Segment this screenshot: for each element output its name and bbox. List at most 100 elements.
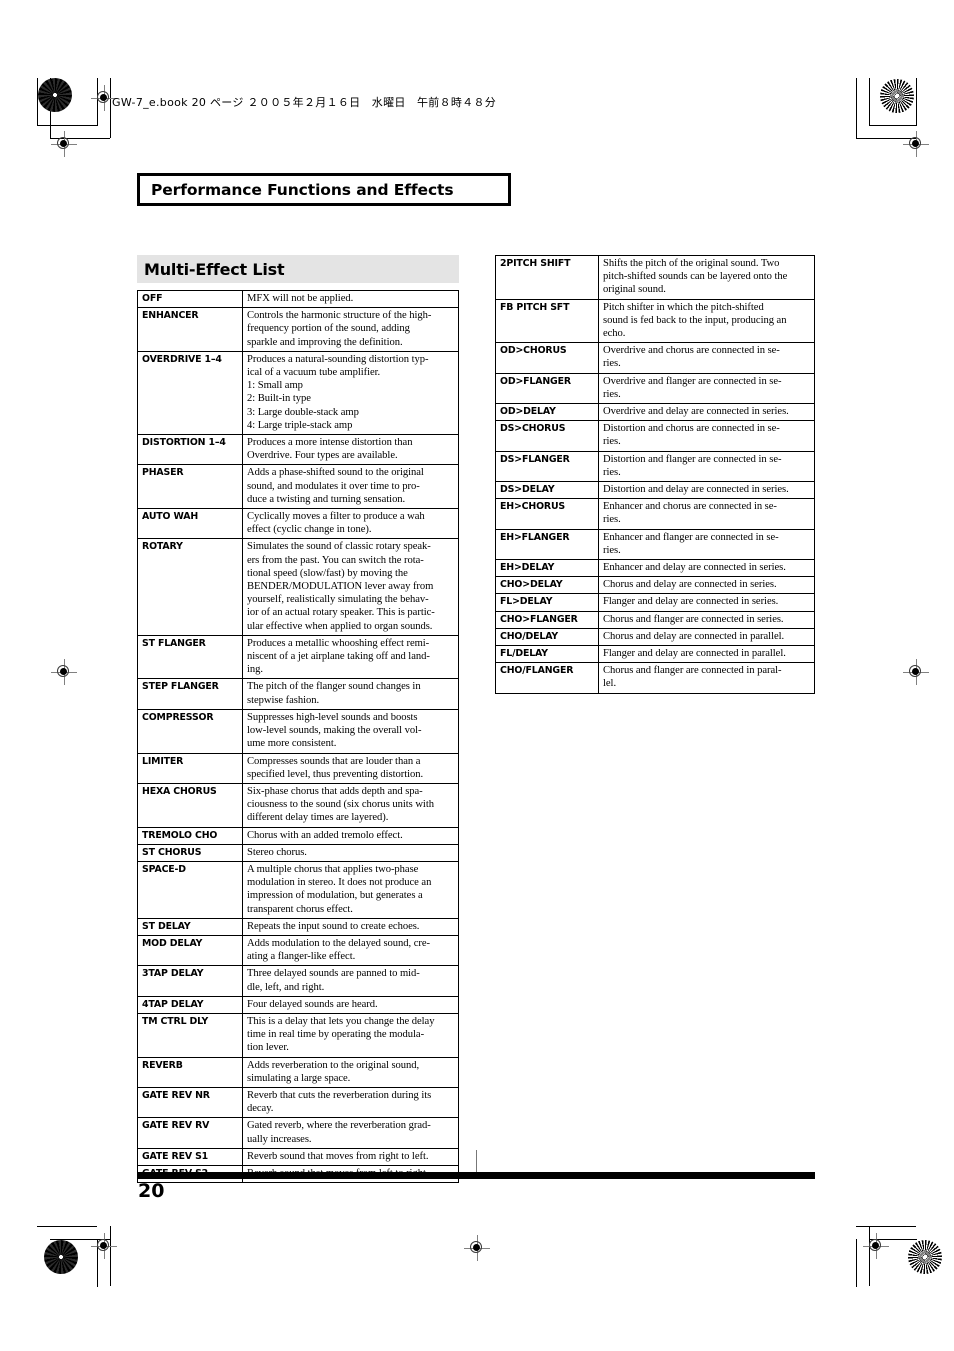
effect-name-cell: OVERDRIVE 1–4	[137, 350, 243, 436]
registration-crosshair	[863, 1233, 889, 1259]
description-line: ior of an actual rotary speaker. This is…	[247, 607, 435, 619]
description-line: pitch-shifted sounds can be layered onto…	[603, 271, 788, 283]
table-row: GATE REV NR Reverb that cuts the reverber…	[137, 1086, 459, 1119]
table-row: EH>CHORUS Enhancer and chorus are connect…	[495, 498, 815, 530]
effect-description-cell: Distortion and flanger are connected in …	[598, 450, 815, 483]
description-line: Gated reverb, where the reverberation gr…	[247, 1120, 431, 1132]
effect-description-cell: Overdrive and chorus are connected in se…	[598, 342, 815, 374]
effect-name-cell: GATE REV RV	[137, 1117, 243, 1149]
effect-name-cell: FB PITCH SFT	[495, 298, 599, 344]
description-line: modulation in stereo. It does not produc…	[247, 877, 432, 889]
description-line: lel.	[603, 678, 617, 690]
effect-name-cell: FL>DELAY	[495, 593, 599, 612]
description-line: low-level sounds, making the overall vol…	[247, 725, 422, 737]
effect-name-cell: DISTORTION 1–4	[137, 434, 243, 466]
description-line: niscent of a jet airplane taking off and…	[247, 651, 430, 663]
effect-description-cell: Controls the harmonic structure of the h…	[242, 307, 459, 352]
effect-description-cell: Six-phase chorus that adds depth and spa…	[242, 782, 459, 828]
table-row: AUTO WAH Cyclically moves a filter to pro…	[137, 508, 459, 540]
description-line: ers from the past. You can switch the ro…	[247, 554, 424, 566]
description-line: time in real time by operating the modul…	[247, 1029, 425, 1041]
description-line: Distortion and flanger are connected in …	[603, 453, 782, 465]
multi-effect-list-table-right: 2PITCH SHIFT Shifts the pitch of the orig…	[495, 255, 815, 694]
table-row: COMPRESSOR Suppresses high-level sounds a…	[137, 708, 459, 754]
table-row: EH>DELAY Enhancer and delay are connected…	[495, 559, 815, 578]
effect-name-cell: HEXA CHORUS	[137, 782, 243, 828]
description-line: Enhancer and chorus are connected in se-	[603, 501, 777, 513]
description-line: sound is fed back to the input, producin…	[603, 314, 787, 326]
section-title-box: Performance Functions and Effects	[137, 173, 511, 206]
effect-description-cell: Distortion and chorus are connected in s…	[598, 420, 815, 452]
table-row: TREMOLO CHO Chorus with an added tremolo …	[137, 826, 459, 845]
table-row: ST FLANGER Produces a metallic whooshing …	[137, 634, 459, 680]
effect-description-cell: Distortion and delay are connected in se…	[598, 481, 815, 500]
description-line: effect (cyclic change in tone).	[247, 524, 372, 536]
effect-description-cell: Compresses sounds that are louder than a…	[242, 752, 459, 784]
table-row: STEP FLANGER The pitch of the flanger sou…	[137, 678, 459, 710]
footer-rule	[137, 1172, 815, 1179]
right-column: 2PITCH SHIFT Shifts the pitch of the orig…	[495, 255, 815, 694]
effect-description-cell: MFX will not be applied.	[242, 289, 459, 309]
registration-crosshair	[91, 1233, 117, 1259]
table-row: DS>FLANGER Distortion and flanger are con…	[495, 450, 815, 483]
description-line: Chorus and flanger are connected in seri…	[603, 613, 784, 625]
description-line: ries.	[603, 358, 621, 370]
table-row: CHO>FLANGER Chorus and flanger are connec…	[495, 610, 815, 629]
page-number: 20	[138, 1180, 165, 1202]
description-line: Shifts the pitch of the original sound. …	[603, 258, 780, 269]
description-line: Flanger and delay are connected in paral…	[603, 648, 786, 660]
description-line: ical of a vacuum tube amplifier.	[247, 367, 381, 379]
effect-description-cell: Flanger and delay are connected in paral…	[598, 645, 815, 664]
effect-description-cell: Chorus with an added tremolo effect.	[242, 826, 459, 845]
description-line: Repeats the input sound to create echoes…	[247, 920, 420, 932]
table-row: EH>FLANGER Enhancer and flanger are conne…	[495, 528, 815, 561]
table-row: DS>DELAY Distortion and delay are connect…	[495, 481, 815, 500]
description-line: ually increases.	[247, 1133, 312, 1145]
description-line: Produces a natural-sounding distortion t…	[247, 353, 429, 365]
effect-name-cell: ENHANCER	[137, 307, 243, 352]
table-row: CHO/DELAY Chorus and delay are connected …	[495, 627, 815, 647]
crop-line	[37, 1226, 97, 1227]
crop-line	[50, 78, 51, 138]
crop-line	[916, 78, 917, 126]
crop-line	[37, 125, 97, 126]
table-row: FL/DELAY Flanger and delay are connected …	[495, 645, 815, 664]
effect-name-cell: GATE REV S1	[137, 1147, 243, 1166]
description-line: Six-phase chorus that adds depth and spa…	[247, 785, 423, 797]
effect-description-cell: Chorus and delay are connected in series…	[598, 576, 815, 595]
crop-line	[869, 1226, 870, 1286]
description-line: duce a twisting and turning sensation.	[247, 493, 406, 505]
effect-name-cell: MOD DELAY	[137, 934, 243, 967]
effect-description-cell: Simulates the sound of classic rotary sp…	[242, 538, 459, 636]
effect-description-cell: Produces a natural-sounding distortion t…	[242, 350, 459, 436]
effect-description-cell: The pitch of the flanger sound changes i…	[242, 678, 459, 710]
effect-name-cell: TM CTRL DLY	[137, 1012, 243, 1058]
table-row: DISTORTION 1–4 Produces a more intense di…	[137, 434, 459, 466]
description-line: The pitch of the flanger sound changes i…	[247, 681, 421, 693]
effect-description-cell: Enhancer and delay are connected in seri…	[598, 559, 815, 578]
effect-name-cell: COMPRESSOR	[137, 708, 243, 754]
description-line: tion lever.	[247, 1042, 289, 1054]
table-row: ROTARY Simulates the sound of classic rot…	[137, 538, 459, 636]
effect-description-cell: Adds a phase-shifted sound to the origin…	[242, 464, 459, 510]
description-line: 4: Large triple-stack amp	[247, 419, 353, 431]
effect-description-cell: Chorus and flanger are connected in seri…	[598, 610, 815, 629]
crop-line	[856, 1226, 916, 1227]
effect-name-cell: ST DELAY	[137, 917, 243, 936]
table-row: OVERDRIVE 1–4 Produces a natural-sounding…	[137, 350, 459, 436]
description-line: Suppresses high-level sounds and boosts	[247, 711, 418, 723]
description-line: transparent chorus effect.	[247, 903, 353, 915]
multi-effect-list-heading-band: Multi-Effect List	[137, 255, 459, 283]
crop-line	[50, 138, 110, 139]
description-line: Distortion and delay are connected in se…	[603, 484, 789, 496]
table-row: FL>DELAY Flanger and delay are connected …	[495, 593, 815, 612]
effect-name-cell: REVERB	[137, 1056, 243, 1088]
description-line: simulating a large space.	[247, 1072, 351, 1084]
crop-line	[856, 1239, 857, 1287]
crop-line	[869, 125, 917, 126]
effect-name-cell: SPACE-D	[137, 860, 243, 919]
section-title-label: Performance Functions and Effects	[151, 180, 454, 199]
description-line: impression of modulation, but generates …	[247, 890, 423, 902]
crop-line	[50, 1239, 110, 1240]
table-row: FB PITCH SFT Pitch shifter in which the p…	[495, 298, 815, 344]
